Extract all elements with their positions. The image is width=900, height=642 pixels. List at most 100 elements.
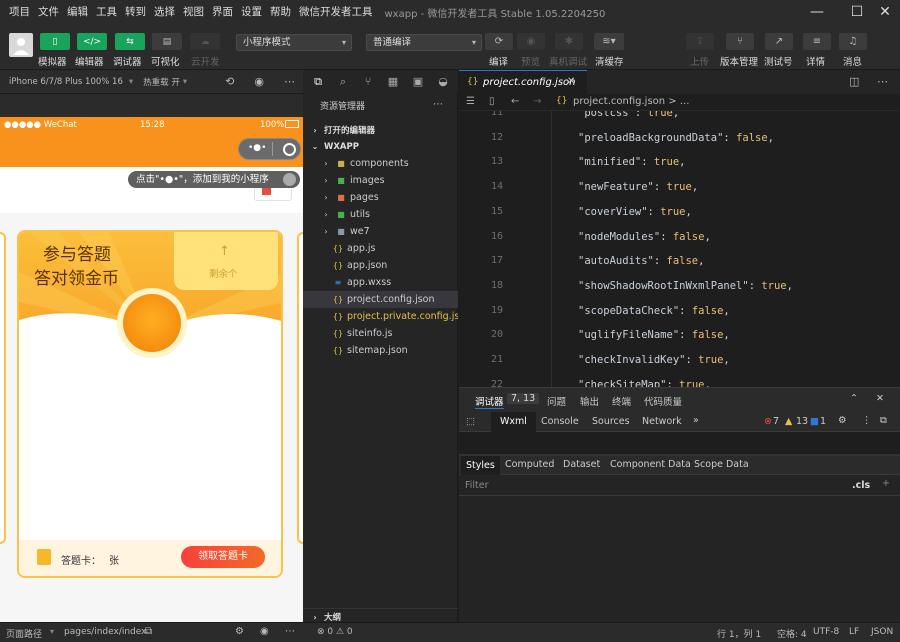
panel-sources[interactable]: Sources bbox=[592, 416, 630, 427]
tree-item-project-private-config[interactable]: {} project.private.config.js... bbox=[303, 308, 458, 325]
kebab-menu-icon[interactable]: ⋮ bbox=[862, 415, 872, 426]
tab-problems[interactable]: 问题 bbox=[547, 394, 566, 408]
tab-debugger[interactable]: 调试器 bbox=[475, 394, 504, 409]
minimize-button[interactable]: — bbox=[800, 0, 834, 24]
settings-gear-icon[interactable]: ⚙ bbox=[838, 415, 847, 426]
miniprogram-capsule[interactable]: •●• bbox=[238, 138, 301, 160]
info-count[interactable]: 1 bbox=[820, 416, 826, 427]
eye-icon[interactable]: ◉ bbox=[260, 626, 269, 637]
clear-cache-button[interactable]: ≋▾ bbox=[594, 33, 624, 50]
visual-toggle[interactable]: ▤ bbox=[152, 33, 182, 50]
storage-icon[interactable]: ▣ bbox=[410, 74, 426, 90]
cls-toggle[interactable]: .cls bbox=[852, 480, 870, 491]
upload-button[interactable]: ⇪ bbox=[686, 33, 714, 50]
claim-answer-card-button[interactable]: 领取答题卡 bbox=[181, 546, 265, 568]
device-dropdown-icon[interactable]: ▾ bbox=[129, 77, 133, 87]
docker-icon[interactable]: ◒ bbox=[435, 74, 451, 90]
tab-output[interactable]: 输出 bbox=[580, 394, 599, 408]
mode-select[interactable]: 小程序模式 bbox=[236, 34, 352, 51]
prev-card-peek[interactable] bbox=[0, 232, 6, 544]
avatar[interactable] bbox=[9, 33, 33, 57]
forward-arrow-icon[interactable]: → bbox=[533, 96, 541, 107]
code-editor[interactable]: 11 "postcss": true, 12 "preloadBackgroundDa… bbox=[459, 111, 900, 387]
tree-item-project-config[interactable]: {} project.config.json bbox=[303, 291, 458, 308]
subtab-component-data[interactable]: Component Data bbox=[610, 459, 691, 470]
hotreload-dropdown-icon[interactable]: ▾ bbox=[183, 77, 187, 87]
details-button[interactable]: ≡ bbox=[803, 33, 831, 50]
menu-project[interactable]: 项目 bbox=[0, 0, 34, 24]
menu-view[interactable]: 视图 bbox=[179, 0, 208, 24]
menu-tools[interactable]: 工具 bbox=[92, 0, 121, 24]
compile-select[interactable]: 普通编译 bbox=[366, 34, 482, 51]
inspect-element-icon[interactable]: ⬚ bbox=[466, 416, 475, 427]
menu-edit[interactable]: 编辑 bbox=[63, 0, 92, 24]
tree-item-app-wxss[interactable]: ≡ app.wxss bbox=[303, 274, 458, 291]
device-select[interactable]: iPhone 6/7/8 Plus 100% 16 bbox=[9, 77, 123, 87]
menu-interface[interactable]: 界面 bbox=[208, 0, 237, 24]
editor-toggle[interactable]: </> bbox=[77, 33, 107, 50]
tree-item-sitemap[interactable]: {} sitemap.json bbox=[303, 342, 458, 359]
bookmark-icon[interactable]: ▯ bbox=[489, 96, 495, 107]
stop-icon[interactable]: ◉ bbox=[254, 75, 264, 88]
styles-filter-input[interactable]: Filter bbox=[465, 480, 489, 491]
tree-item-images[interactable]: › ■ images bbox=[303, 172, 458, 189]
explorer-more-icon[interactable]: ⋯ bbox=[433, 99, 443, 110]
simulator-toggle[interactable]: ▯ bbox=[40, 33, 70, 50]
error-count[interactable]: 7 bbox=[773, 416, 779, 427]
file-encoding[interactable]: UTF-8 bbox=[813, 627, 839, 637]
menu-devtools[interactable]: 微信开发者工具 bbox=[295, 0, 377, 24]
problems-count[interactable]: ⊗ 0 ⚠ 0 bbox=[317, 627, 353, 637]
remote-debug-button[interactable]: ✱ bbox=[555, 33, 583, 50]
extensions-icon[interactable]: ▦ bbox=[385, 74, 401, 90]
breadcrumb[interactable]: project.config.json > ... bbox=[573, 96, 689, 107]
debugger-toggle[interactable]: ⇆ bbox=[115, 33, 145, 50]
copy-icon[interactable]: ⧉ bbox=[145, 626, 152, 637]
more-icon[interactable]: ⋯ bbox=[285, 626, 295, 637]
menu-help[interactable]: 帮助 bbox=[266, 0, 295, 24]
hotreload-select[interactable]: 热重载 开 bbox=[143, 76, 180, 88]
preview-button[interactable]: ◉ bbox=[517, 33, 545, 50]
files-icon[interactable]: ⧉ bbox=[310, 74, 326, 90]
path-dropdown-icon[interactable]: ▾ bbox=[50, 627, 54, 636]
project-root[interactable]: ⌄ WXAPP bbox=[303, 138, 458, 155]
capsule-close-icon[interactable] bbox=[283, 143, 296, 156]
tree-item-app-json[interactable]: {} app.json bbox=[303, 257, 458, 274]
collapse-panel-icon[interactable]: ⌃ bbox=[850, 393, 858, 404]
tab-code-quality[interactable]: 代码质量 bbox=[644, 394, 682, 408]
menu-file[interactable]: 文件 bbox=[34, 0, 63, 24]
subtab-scope-data[interactable]: Scope Data bbox=[694, 459, 749, 470]
cursor-position[interactable]: 行 1，列 1 bbox=[717, 627, 761, 640]
warning-count[interactable]: 13 bbox=[796, 416, 808, 427]
back-arrow-icon[interactable]: ← bbox=[511, 96, 519, 107]
close-panel-icon[interactable]: ✕ bbox=[876, 393, 884, 404]
line-ending[interactable]: LF bbox=[849, 627, 859, 637]
panel-console[interactable]: Console bbox=[541, 416, 579, 427]
close-window-button[interactable]: ✕ bbox=[868, 0, 900, 24]
tree-item-app-js[interactable]: {} app.js bbox=[303, 240, 458, 257]
subtab-computed[interactable]: Computed bbox=[505, 459, 554, 470]
menu-select[interactable]: 选择 bbox=[150, 0, 179, 24]
test-account-button[interactable]: ↗ bbox=[765, 33, 793, 50]
open-editors-section[interactable]: › 打开的编辑器 bbox=[303, 122, 458, 139]
panel-wxml[interactable]: Wxml bbox=[491, 412, 536, 432]
cloud-toggle[interactable]: ☁ bbox=[190, 33, 220, 50]
tree-item-siteinfo[interactable]: {} siteinfo.js bbox=[303, 325, 458, 342]
menu-goto[interactable]: 转到 bbox=[121, 0, 150, 24]
add-rule-icon[interactable]: + bbox=[882, 478, 890, 489]
settings-gear-icon[interactable]: ⚙ bbox=[235, 626, 244, 637]
subtab-styles[interactable]: Styles bbox=[461, 456, 500, 475]
indent-spaces[interactable]: 空格: 4 bbox=[777, 627, 807, 640]
more-icon[interactable]: ⋯ bbox=[284, 75, 295, 88]
page-path-label[interactable]: 页面路径 bbox=[6, 627, 42, 640]
tree-item-utils[interactable]: › ■ utils bbox=[303, 206, 458, 223]
version-button[interactable]: ⑂ bbox=[726, 33, 754, 50]
rotate-icon[interactable]: ⟲ bbox=[225, 75, 234, 88]
tree-item-components[interactable]: › ■ components bbox=[303, 155, 458, 172]
compile-button[interactable]: ⟳ bbox=[485, 33, 513, 50]
capsule-more-icon[interactable]: •●• bbox=[248, 143, 266, 153]
more-icon[interactable]: ⋯ bbox=[877, 75, 888, 88]
close-icon[interactable]: ✕ bbox=[567, 76, 575, 87]
source-control-icon[interactable]: ⑂ bbox=[360, 74, 376, 90]
tab-project-config[interactable]: {} project.config.json ✕ bbox=[459, 70, 587, 94]
tab-terminal[interactable]: 终端 bbox=[612, 394, 631, 408]
